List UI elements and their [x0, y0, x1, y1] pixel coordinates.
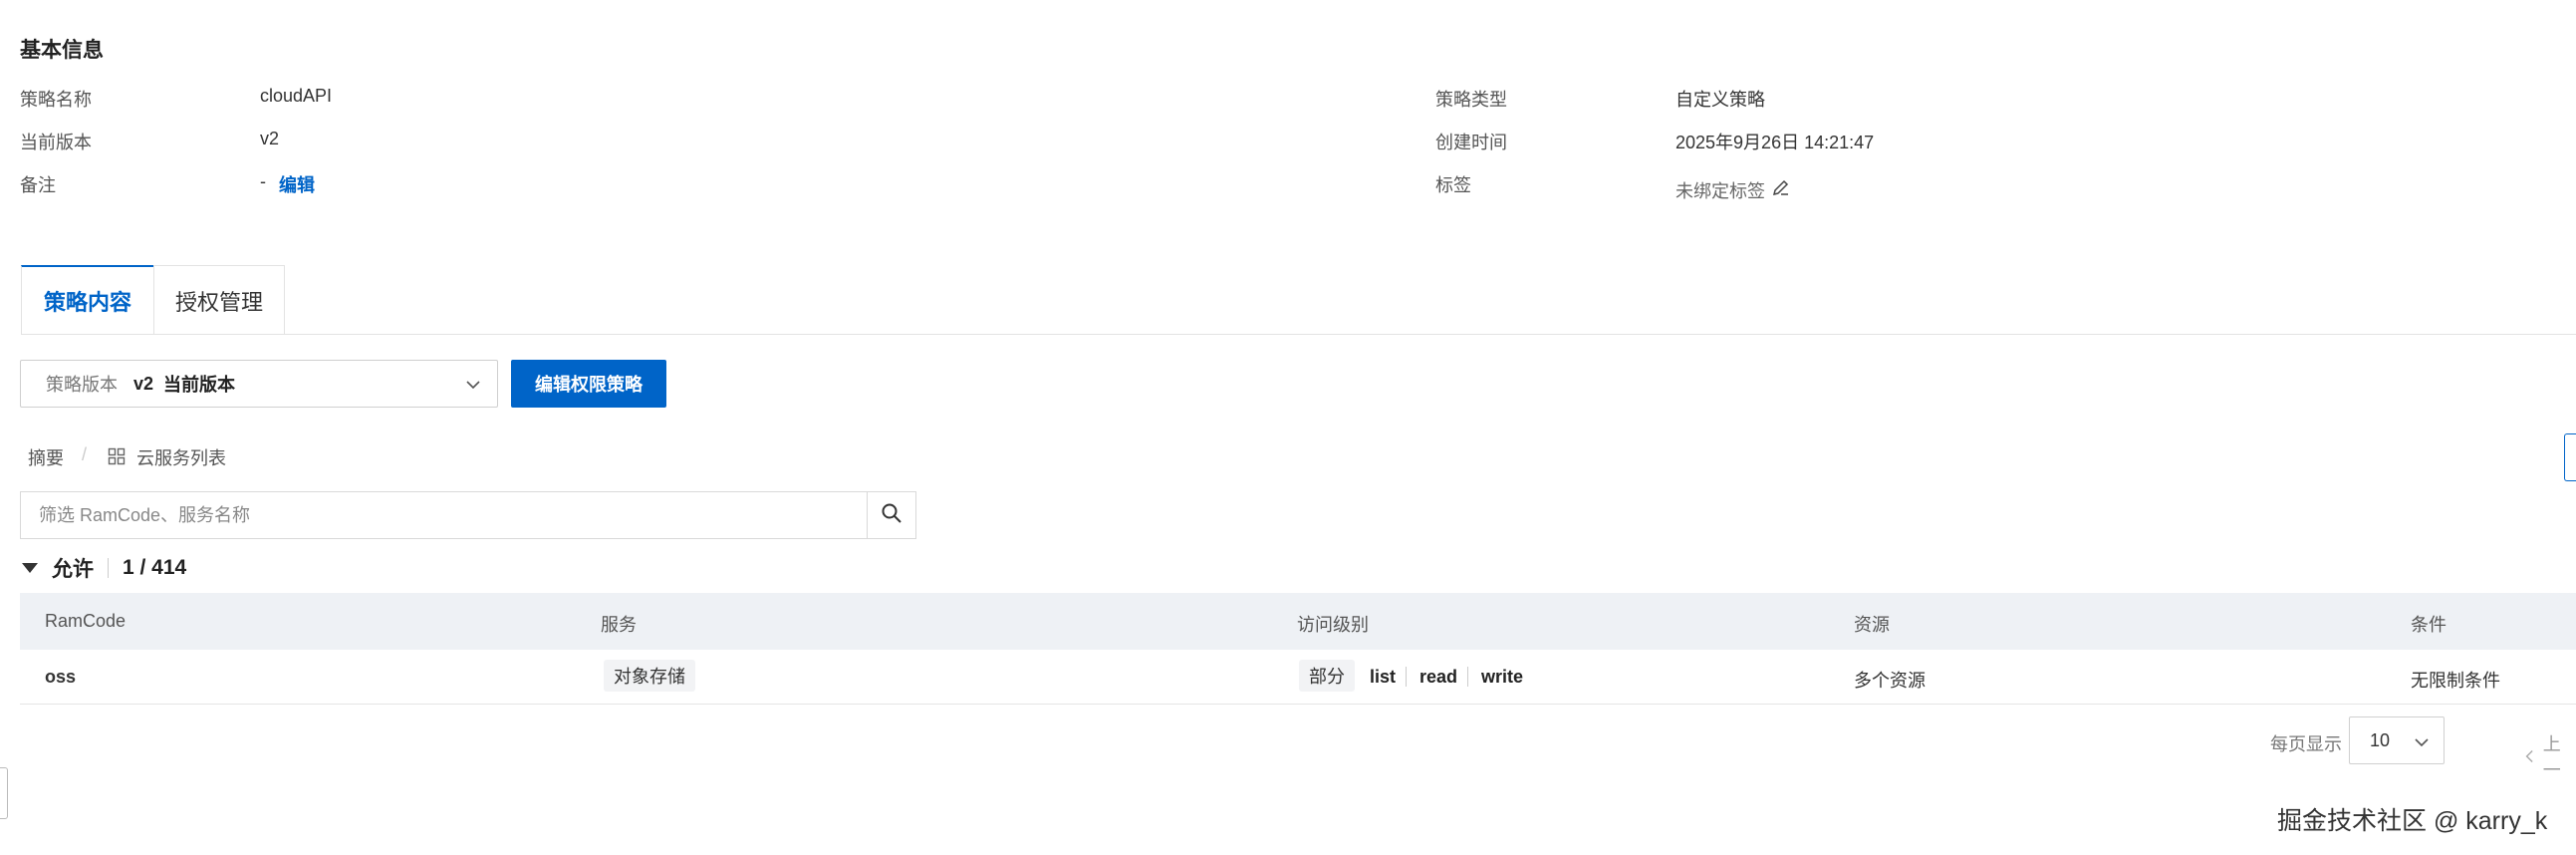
remark-edit-link[interactable]: 编辑 [279, 171, 315, 197]
allow-section-header[interactable]: 允许 1 / 414 [20, 553, 186, 583]
current-version-label: 当前版本 [20, 133, 92, 152]
column-header-condition: 条件 [2411, 615, 2447, 635]
access-level-write: write [1481, 667, 1524, 687]
edit-policy-button[interactable]: 编辑权限策略 [511, 360, 666, 408]
page-size-value: 10 [2370, 729, 2391, 750]
service-tag: 对象存储 [604, 660, 695, 692]
column-header-access-level: 访问级别 [1297, 615, 1369, 635]
policy-type-label: 策略类型 [1435, 90, 1507, 110]
chevron-left-icon [2525, 749, 2533, 763]
tab-policy-content[interactable]: 策略内容 [21, 265, 153, 335]
service-filter-search [20, 491, 916, 539]
grid-icon [108, 447, 126, 470]
section-title-basic-info: 基本信息 [20, 39, 104, 62]
table-row-divider [20, 704, 2576, 705]
resource-cell: 多个资源 [1854, 671, 1926, 691]
tabs-divider [21, 334, 2576, 335]
allow-label: 允许 [52, 558, 94, 581]
policy-version-select-label: 策略版本 [46, 375, 118, 395]
policy-name-label: 策略名称 [20, 90, 92, 110]
chevron-down-icon [2415, 738, 2429, 747]
created-time-label: 创建时间 [1435, 133, 1507, 152]
column-header-service: 服务 [601, 615, 637, 635]
policy-version-select-value: v2 [133, 373, 154, 394]
remark-value: - [260, 171, 266, 191]
tab-authorization-management[interactable]: 授权管理 [153, 265, 285, 335]
breadcrumb-separator: / [82, 444, 88, 464]
page-size-select[interactable]: 10 [2349, 716, 2445, 764]
prev-page-button[interactable]: 上一 [2522, 730, 2576, 782]
watermark: 掘金技术社区 @ karry_k [2277, 807, 2548, 835]
access-level-separator [1467, 667, 1468, 687]
caret-down-icon [22, 563, 38, 573]
tags-label: 标签 [1435, 175, 1471, 195]
search-button[interactable] [867, 492, 915, 538]
allow-count: 1 / 414 [123, 556, 187, 579]
side-panel-toggle[interactable] [2564, 433, 2576, 481]
search-input[interactable] [21, 492, 867, 538]
search-icon [881, 502, 902, 529]
breadcrumb-service-list[interactable]: 云服务列表 [136, 444, 226, 470]
condition-cell: 无限制条件 [2411, 671, 2500, 691]
column-header-ramcode: RamCode [45, 611, 127, 631]
current-version-value: v2 [260, 129, 280, 148]
remark-label: 备注 [20, 175, 56, 195]
chevron-down-icon [463, 375, 483, 400]
access-level-read: read [1419, 667, 1458, 687]
column-header-resource: 资源 [1854, 615, 1890, 635]
breadcrumb-summary[interactable]: 摘要 [28, 444, 64, 470]
access-level-tag: 部分 [1299, 660, 1355, 692]
collapse-handle[interactable] [0, 767, 8, 819]
access-level-list: list [1370, 667, 1397, 687]
policy-version-select[interactable]: 策略版本 v2 当前版本 [20, 360, 498, 408]
access-level-separator [1406, 667, 1407, 687]
policy-version-select-suffix: 当前版本 [163, 375, 236, 395]
page-size-label: 每页显示 [2270, 734, 2342, 754]
created-time-value: 2025年9月26日 14:21:47 [1675, 133, 1875, 152]
policy-type-value: 自定义策略 [1675, 90, 1765, 110]
ramcode-link[interactable]: oss [45, 667, 76, 688]
edit-tags-icon[interactable] [1771, 177, 1791, 202]
policy-name-value: cloudAPI [260, 86, 333, 106]
tags-value: 未绑定标签 [1675, 181, 1765, 201]
allow-divider [108, 558, 109, 578]
prev-page-label: 上一 [2542, 734, 2561, 780]
